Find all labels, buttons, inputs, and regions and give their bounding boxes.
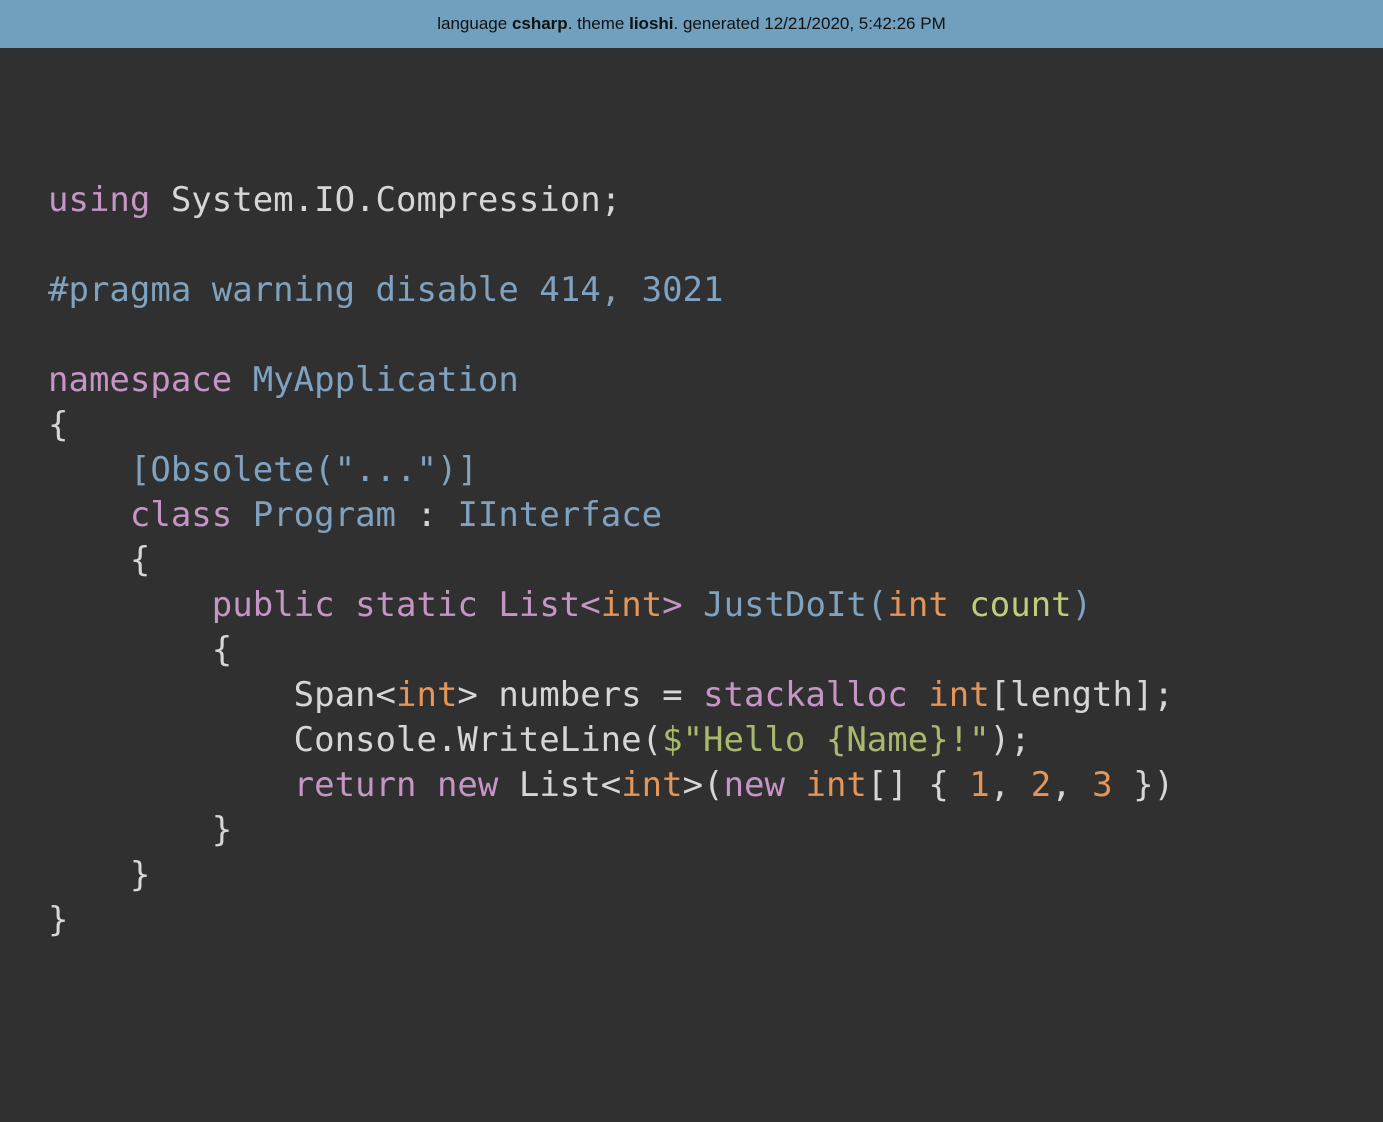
code-token: IInterface <box>457 495 663 535</box>
code-line-8: class Program : IInterface <box>48 493 1174 538</box>
code-token: 1 <box>969 765 990 805</box>
code-line-1: using System.IO.Compression; <box>48 178 1174 223</box>
code-token: return <box>293 765 417 805</box>
code-token: 2 <box>1030 765 1052 805</box>
code-token: MyApplication <box>252 360 519 400</box>
code-token: >( <box>682 765 724 805</box>
code-block: using System.IO.Compression; #pragma warn… <box>48 178 1174 943</box>
code-token: Span< <box>48 675 396 715</box>
code-token: }) <box>1112 765 1175 805</box>
code-line-15: } <box>48 808 1174 853</box>
code-token: new <box>723 765 785 805</box>
code-token: int <box>887 585 949 625</box>
header-prefix: language <box>437 14 512 33</box>
code-token: $"Hello {Name}!" <box>662 720 990 760</box>
code-token: Console.WriteLine( <box>48 720 663 760</box>
code-token: #pragma warning disable 414, 3021 <box>48 270 724 310</box>
code-token: List< <box>498 585 601 625</box>
code-token: stackalloc <box>703 675 908 715</box>
code-token: ); <box>989 720 1031 760</box>
code-token: public <box>211 585 335 625</box>
code-line-12: Span<int> numbers = stackalloc int[lengt… <box>48 673 1174 718</box>
code-token: List< <box>498 765 622 805</box>
code-token: Program <box>252 495 397 535</box>
code-token: ) <box>1071 585 1093 625</box>
code-token: int <box>805 765 867 805</box>
header-mid2: . generated <box>673 14 765 33</box>
code-token: [length]; <box>989 675 1174 715</box>
header-bar: language csharp. theme lioshi. generated… <box>0 0 1383 48</box>
code-token: } <box>48 855 151 895</box>
code-token: new <box>436 765 499 805</box>
code-token: { <box>48 630 233 670</box>
header-mid1: . theme <box>567 14 630 33</box>
code-token: 3 <box>1092 765 1113 805</box>
code-token: class <box>129 495 233 535</box>
code-token: static <box>355 585 478 625</box>
code-line-10: public static List<int> JustDoIt(int cou… <box>48 583 1174 628</box>
code-token: : <box>396 495 458 535</box>
code-token: using <box>48 180 151 220</box>
code-token: System.IO.Compression; <box>150 180 622 220</box>
code-line-3: #pragma warning disable 414, 3021 <box>48 268 1174 313</box>
code-line-5: namespace MyApplication <box>48 358 1174 403</box>
code-token: int <box>600 585 663 625</box>
code-token: int <box>621 765 683 805</box>
code-line-11: { <box>48 628 1174 673</box>
code-token: int <box>396 675 458 715</box>
header-theme: lioshi <box>629 14 674 33</box>
code-token: [Obsolete("...")] <box>129 450 478 490</box>
code-line-17: } <box>48 898 1174 943</box>
header-generated: 12/21/2020, 5:42:26 PM <box>764 14 946 33</box>
code-line-9: { <box>48 538 1174 583</box>
code-line-13: Console.WriteLine($"Hello {Name}!"); <box>48 718 1174 763</box>
code-line-14: return new List<int>(new int[] { 1, 2, 3… <box>48 763 1174 808</box>
code-token: int <box>928 675 990 715</box>
code-token: } <box>48 900 69 940</box>
code-token: JustDoIt( <box>703 585 888 625</box>
code-token: > <box>662 585 683 625</box>
code-token: { <box>48 540 151 580</box>
code-token: } <box>48 810 233 850</box>
code-token: namespace <box>48 360 233 400</box>
code-token: , <box>1051 765 1093 805</box>
code-token: count <box>969 585 1072 625</box>
code-token: , <box>989 765 1031 805</box>
code-token: { <box>48 405 69 445</box>
code-token: [] { <box>866 765 970 805</box>
code-line-7: [Obsolete("...")] <box>48 448 1174 493</box>
code-line-6: { <box>48 403 1174 448</box>
code-line-16: } <box>48 853 1174 898</box>
code-token: > numbers = <box>457 675 704 715</box>
header-language: csharp <box>511 14 568 33</box>
